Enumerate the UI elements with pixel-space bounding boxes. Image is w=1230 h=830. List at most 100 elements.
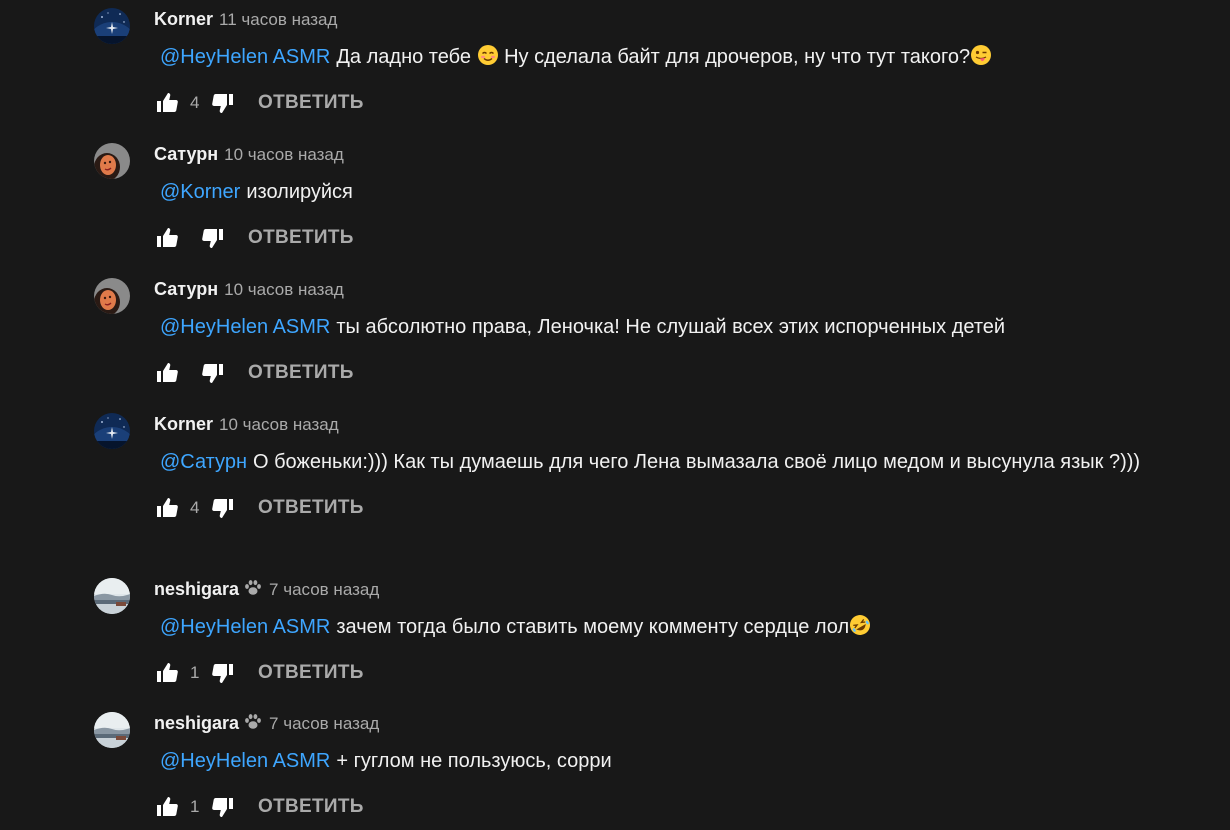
comment-text: @HeyHelen ASMR ты абсолютно права, Леночк… <box>154 312 1154 342</box>
like-count: 4 <box>190 93 200 112</box>
avatar[interactable] <box>94 143 130 179</box>
thumbs-up-icon <box>157 498 178 517</box>
thumbs-down-icon <box>212 664 233 683</box>
comment-meta: neshigara 7 часов назад <box>154 578 1154 600</box>
comment-text-part: Да ладно тебе <box>336 46 471 68</box>
comment-body: Сатурн 10 часов назад @Korner изолируйся О… <box>154 143 1154 253</box>
avatar[interactable] <box>94 278 130 314</box>
comment-text-part: О боженьки:))) Как ты думаешь для чего Л… <box>252 451 1141 473</box>
comment-meta: Korner 10 часов назад <box>154 413 1154 435</box>
thumbs-down-icon <box>212 499 233 518</box>
comment-text: @Сатурн О боженьки:))) Как ты думаешь для… <box>154 447 1154 477</box>
avatar[interactable] <box>94 712 130 748</box>
comment-thread: Korner 11 часов назад @HeyHelen ASMR Да ла… <box>0 0 1230 830</box>
author-name[interactable]: Korner <box>154 9 213 29</box>
comment-actions: ОТВЕТИТЬ <box>154 223 1154 253</box>
mention-link[interactable]: @HeyHelen ASMR <box>160 46 330 68</box>
timestamp[interactable]: 10 часов назад <box>219 415 339 434</box>
mention-link[interactable]: @Korner <box>160 181 240 203</box>
like-button[interactable] <box>154 225 180 251</box>
comment-body: Korner 11 часов назад @HeyHelen ASMR Да ла… <box>154 8 1154 118</box>
thumbs-down-icon <box>202 364 223 383</box>
comment-body: neshigara 7 часов назад @HeyHelen ASMR зач… <box>154 578 1154 688</box>
portrait-avatar-icon <box>94 143 130 179</box>
like-button[interactable] <box>154 495 180 521</box>
comment-body: neshigara 7 часов назад @HeyHelen ASMR + г… <box>154 712 1154 822</box>
thumbs-up-icon <box>157 228 178 247</box>
mention-link[interactable]: @HeyHelen ASMR <box>160 750 330 772</box>
timestamp[interactable]: 11 часов назад <box>219 10 337 29</box>
comment-text: @HeyHelen ASMR + гуглом не пользуюсь, сор… <box>154 746 1154 776</box>
reply-button[interactable]: ОТВЕТИТЬ <box>258 796 364 818</box>
avatar[interactable] <box>94 578 130 614</box>
reply-button[interactable]: ОТВЕТИТЬ <box>258 662 364 684</box>
comment-body: Korner 10 часов назад @Сатурн О боженьки:)… <box>154 413 1154 523</box>
dislike-button[interactable] <box>210 90 236 116</box>
dislike-button[interactable] <box>210 794 236 820</box>
like-count: 1 <box>190 663 200 682</box>
avatar[interactable] <box>94 8 130 44</box>
dislike-button[interactable] <box>210 660 236 686</box>
paw-icon <box>245 714 261 729</box>
like-count: 4 <box>190 498 200 517</box>
author-name[interactable]: neshigara <box>154 713 239 733</box>
comment-actions: 1 ОТВЕТИТЬ <box>154 792 1154 822</box>
reply-button[interactable]: ОТВЕТИТЬ <box>248 227 354 249</box>
smiling-face-with-smiling-eyes-emoji <box>477 45 498 65</box>
portrait-avatar-icon <box>94 278 130 314</box>
reply-button[interactable]: ОТВЕТИТЬ <box>258 497 364 519</box>
comment-actions: 1 ОТВЕТИТЬ <box>154 658 1154 688</box>
comment-text-part: + гуглом не пользуюсь, сорри <box>336 750 612 772</box>
mention-link[interactable]: @HeyHelen ASMR <box>160 316 330 338</box>
mention-link[interactable]: @HeyHelen ASMR <box>160 616 330 638</box>
author-name[interactable]: Korner <box>154 414 213 434</box>
paw-icon <box>245 580 261 595</box>
comment-body: Сатурн 10 часов назад @HeyHelen ASMR ты аб… <box>154 278 1154 388</box>
thumbs-up-icon <box>157 363 178 382</box>
comment-meta: Сатурн 10 часов назад <box>154 278 1154 300</box>
dislike-button[interactable] <box>200 225 226 251</box>
like-button[interactable] <box>154 360 180 386</box>
thumbs-up-icon <box>157 93 178 112</box>
comment-text-part: изолируйся <box>246 181 353 203</box>
dislike-button[interactable] <box>210 495 236 521</box>
thumbs-down-icon <box>212 798 233 817</box>
landscape-avatar-icon <box>94 578 130 614</box>
comment-text: @HeyHelen ASMR Да ладно тебе Ну сделала б… <box>154 42 1154 72</box>
comment-actions: 4 ОТВЕТИТЬ <box>154 88 1154 118</box>
like-count: 1 <box>190 797 200 816</box>
avatar[interactable] <box>94 413 130 449</box>
comment-actions: 4 ОТВЕТИТЬ <box>154 493 1154 523</box>
reply-button[interactable]: ОТВЕТИТЬ <box>248 362 354 384</box>
comment-meta: Сатурн 10 часов назад <box>154 143 1154 165</box>
thumbs-down-icon <box>212 94 233 113</box>
reply-button[interactable]: ОТВЕТИТЬ <box>258 92 364 114</box>
comment-text: @Korner изолируйся <box>154 177 1154 207</box>
night-sky-avatar-icon <box>94 413 130 449</box>
like-button[interactable] <box>154 660 180 686</box>
comment-text: @HeyHelen ASMR зачем тогда было ставить м… <box>154 612 1154 642</box>
comment-text-part: ты абсолютно права, Леночка! Не слушай в… <box>336 316 1006 338</box>
author-name[interactable]: Сатурн <box>154 279 218 299</box>
comment-actions: ОТВЕТИТЬ <box>154 358 1154 388</box>
landscape-avatar-icon <box>94 712 130 748</box>
winking-face-with-tongue-emoji <box>971 45 992 65</box>
timestamp[interactable]: 10 часов назад <box>224 145 344 164</box>
like-button[interactable] <box>154 794 180 820</box>
timestamp[interactable]: 7 часов назад <box>269 714 379 733</box>
comment-text-part: зачем тогда было ставить моему комменту … <box>336 616 850 638</box>
timestamp[interactable]: 10 часов назад <box>224 280 344 299</box>
thumbs-up-icon <box>157 797 178 816</box>
dislike-button[interactable] <box>200 360 226 386</box>
rolling-on-floor-laughing-emoji <box>850 615 871 635</box>
thumbs-down-icon <box>202 229 223 248</box>
mention-link[interactable]: @Сатурн <box>160 451 247 473</box>
thumbs-up-icon <box>157 663 178 682</box>
comment-meta: Korner 11 часов назад <box>154 8 1154 30</box>
like-button[interactable] <box>154 90 180 116</box>
author-name[interactable]: Сатурн <box>154 144 218 164</box>
comment-meta: neshigara 7 часов назад <box>154 712 1154 734</box>
author-name[interactable]: neshigara <box>154 579 239 599</box>
timestamp[interactable]: 7 часов назад <box>269 580 379 599</box>
night-sky-avatar-icon <box>94 8 130 44</box>
